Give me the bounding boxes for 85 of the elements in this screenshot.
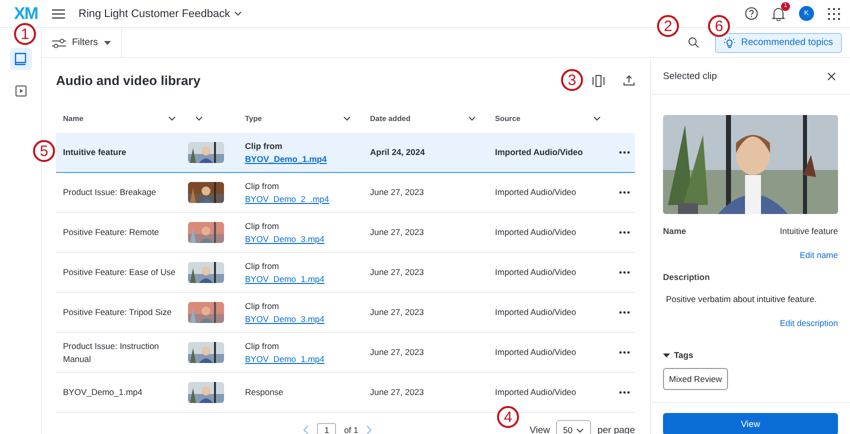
date-added: April 24, 2024 [369, 146, 426, 159]
table-row[interactable]: BYOV_Demo_1.mp4 Response June 27, 2023 Imported Audio/Video [56, 373, 635, 413]
file-link[interactable]: BYOV_Demo_2_.mp4 [245, 194, 330, 204]
description-label: Description [663, 272, 711, 282]
chevron-icon [468, 116, 476, 120]
table-row[interactable]: Positive Feature: Remote Clip from BYOV_Demo_3.mp4 June 27, 2023 Imported Audio/Video [56, 213, 635, 253]
file-link[interactable]: BYOV_Demo_1.mp4 [245, 354, 324, 364]
help-icon[interactable] [745, 7, 758, 20]
book-icon[interactable] [10, 48, 32, 70]
file-link[interactable]: BYOV_Demo_1.mp4 [245, 274, 324, 284]
date-added: June 27, 2023 [369, 186, 425, 199]
type-label: Clip from [244, 220, 280, 232]
step-marker: 3 [561, 69, 583, 91]
step-marker: 1 [14, 23, 36, 45]
filters-button[interactable]: Filters [42, 28, 122, 57]
view-button[interactable]: View [663, 413, 838, 434]
menu-icon[interactable] [52, 8, 64, 18]
date-added: June 27, 2023 [369, 306, 425, 319]
view-label: View [530, 424, 550, 434]
clip-name: BYOV_Demo_1.mp4 [62, 386, 144, 399]
table-row[interactable]: Product Issue: Instruction Manual Clip from BYOV_Demo_1.mp4 June 27, 2023 Imported Audio/Video [56, 333, 635, 373]
filter-icon [52, 38, 66, 48]
file-link[interactable]: BYOV_Demo_3.mp4 [245, 234, 324, 244]
clip-name: Product Issue: Instruction Manual [62, 340, 160, 366]
source: Imported Audio/Video [494, 306, 578, 319]
edit-name-link[interactable]: Edit name [800, 250, 838, 260]
date-added: June 27, 2023 [369, 226, 425, 239]
clip-name: Positive Feature: Tripod Size [62, 306, 173, 319]
type-label: Clip from [244, 260, 280, 272]
date-added: June 27, 2023 [369, 346, 425, 359]
search-icon[interactable] [688, 37, 700, 48]
upload-icon[interactable] [623, 75, 635, 86]
lightbulb-icon [724, 36, 736, 48]
caret-icon [663, 352, 670, 358]
source: Imported Audio/Video [494, 226, 578, 239]
table-row[interactable]: Product Issue: Breakage Clip from BYOV_Demo_2_.mp4 June 27, 2023 Imported Audio/Video [56, 173, 635, 213]
name-label: Name [663, 226, 686, 236]
chevron-icon [576, 428, 584, 432]
clip-name: Product Issue: Breakage [62, 186, 158, 199]
type-label: Clip from [244, 140, 284, 152]
page-field[interactable]: 1 [317, 423, 336, 434]
step-marker: 4 [497, 406, 519, 428]
date-added: June 27, 2023 [369, 266, 425, 279]
chevron-icon [195, 116, 203, 120]
source: Imported Audio/Video [494, 346, 578, 359]
source: Imported Audio/Video [494, 146, 584, 159]
chevron-icon [234, 11, 242, 16]
type-label: Clip from [244, 340, 280, 352]
library-title: Audio and video library [56, 73, 200, 88]
clip-name: Positive Feature: Remote [62, 226, 160, 239]
type-label: Clip from [244, 300, 280, 312]
table-row[interactable]: Intuitive feature Clip from BYOV_Demo_1.mp4 April 24, 2024 Imported Audio/Video [56, 133, 635, 173]
file-link[interactable]: BYOV_Demo_3.mp4 [245, 314, 324, 324]
type-label: Response [244, 386, 284, 399]
edit-description-link[interactable]: Edit description [780, 318, 838, 328]
description-text: Positive verbatim about intuitive feature. [666, 294, 818, 304]
chevron-icon [168, 116, 176, 120]
tag-chip[interactable]: Mixed Review [663, 368, 728, 390]
step-marker: 2 [657, 15, 679, 37]
clip-name: Intuitive feature [62, 146, 128, 159]
source: Imported Audio/Video [494, 386, 578, 399]
source: Imported Audio/Video [494, 186, 578, 199]
file-link[interactable]: BYOV_Demo_1.mp4 [245, 154, 327, 164]
notifications-icon[interactable] [772, 6, 785, 20]
step-marker: 5 [33, 140, 55, 162]
name-value: Intuitive feature [780, 226, 838, 236]
columns-icon[interactable] [592, 74, 605, 86]
table-row[interactable]: Positive Feature: Ease of Use Clip from BYOV_Demo_1.mp4 June 27, 2023 Imported Audio/Video [56, 253, 635, 293]
page-count: of 1 [344, 425, 358, 434]
recommended-topics-button[interactable]: Recommended topics [715, 32, 842, 52]
close-icon[interactable] [827, 72, 836, 80]
caret-icon [104, 40, 111, 44]
tags-toggle[interactable]: Tags [663, 350, 838, 360]
panel-title: Selected clip [663, 70, 717, 82]
apps-grid-icon[interactable] [828, 8, 840, 20]
project-title[interactable]: Ring Light Customer Feedback [78, 8, 242, 20]
date-added: June 27, 2023 [369, 386, 425, 399]
step-marker: 6 [708, 15, 730, 37]
chevron-icon [593, 116, 601, 120]
table-row[interactable]: Positive Feature: Tripod Size Clip from BYOV_Demo_3.mp4 June 27, 2023 Imported Audio/Video [56, 293, 635, 333]
clip-name: Positive Feature: Ease of Use [62, 266, 176, 279]
chevron-icon [343, 116, 351, 120]
per-page-select[interactable]: 50 [556, 420, 592, 434]
type-label: Clip from [244, 180, 280, 192]
source: Imported Audio/Video [494, 266, 578, 279]
